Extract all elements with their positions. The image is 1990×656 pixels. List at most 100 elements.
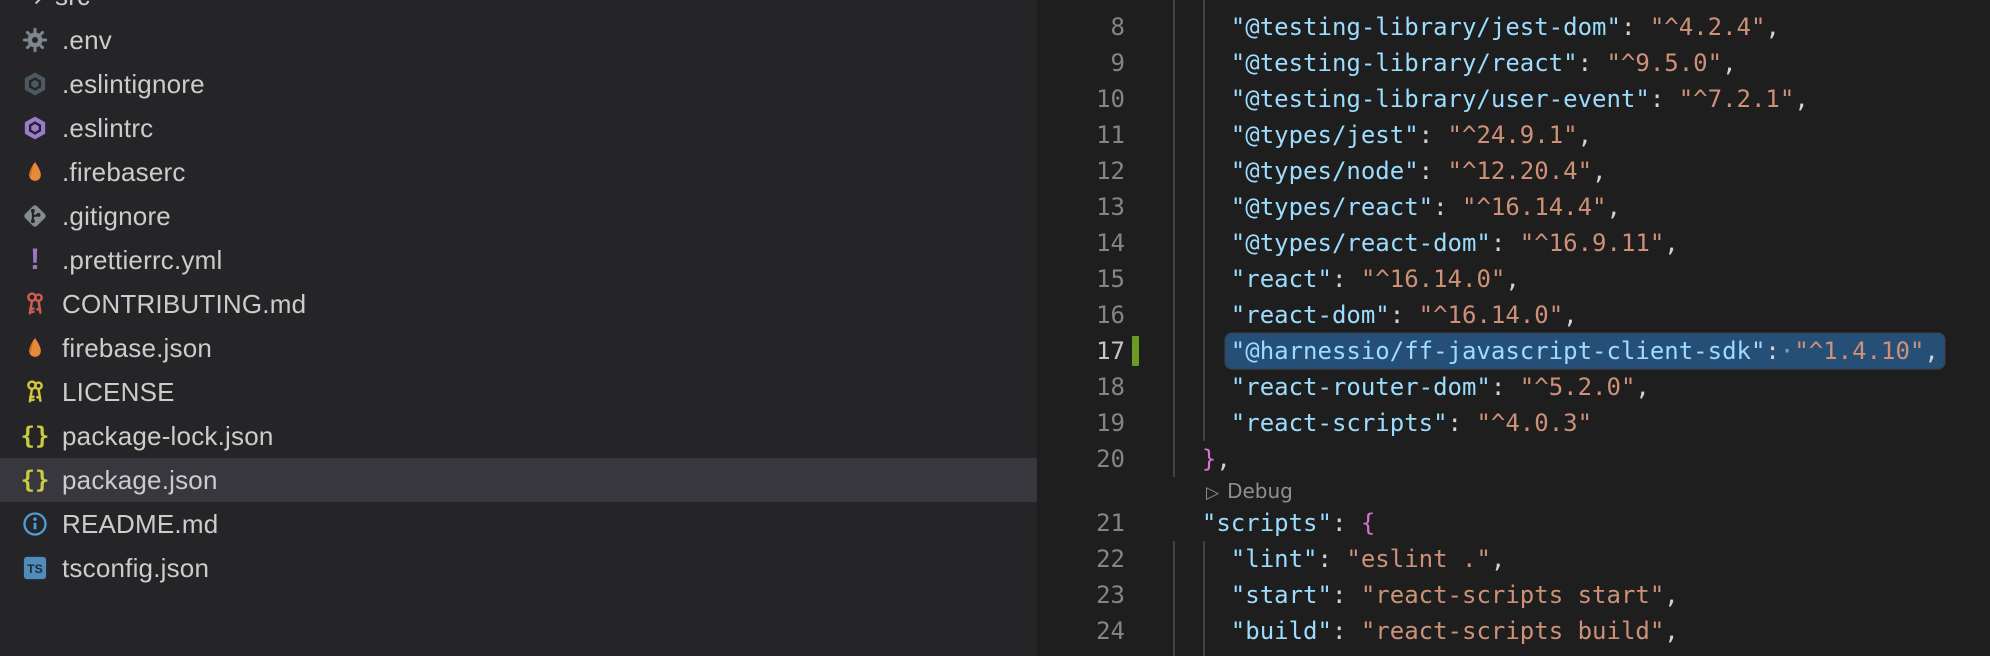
code-text[interactable]: "@testing-library/user-event": "^7.2.1",	[1173, 81, 1809, 117]
sidebar-item-contributing-md[interactable]: CONTRIBUTING.md	[0, 282, 1037, 326]
token-punc: :	[1332, 509, 1361, 537]
code-line-21: 21 "scripts": {	[1037, 505, 1990, 541]
code-text[interactable]: "lint": "eslint .",	[1173, 541, 1505, 577]
chevron-right-icon	[28, 0, 50, 7]
code-line-17: 17 "@harnessio/ff-javascript-client-sdk"…	[1037, 333, 1990, 369]
code-line-9: 9 "@testing-library/react": "^9.5.0",	[1037, 45, 1990, 81]
file-tree: src .env .eslintignore .eslintrc .firebaserc…	[0, 0, 1037, 590]
file-label: .eslintrc	[62, 113, 153, 144]
token-key: "@types/jest"	[1231, 121, 1419, 149]
token-punc: :	[1578, 49, 1607, 77]
code-text[interactable]: "@testing-library/react": "^9.5.0",	[1173, 45, 1737, 81]
token-key: "start"	[1231, 581, 1332, 609]
firebase-icon	[21, 334, 49, 362]
code-line-22: 22 "lint": "eslint .",	[1037, 541, 1990, 577]
file-label: LICENSE	[62, 377, 175, 408]
line-number[interactable]: 16	[1037, 297, 1125, 333]
sidebar-item-eslintrc[interactable]: .eslintrc	[0, 106, 1037, 150]
file-label: .gitignore	[62, 201, 171, 232]
line-number[interactable]: 22	[1037, 541, 1125, 577]
line-number[interactable]: 15	[1037, 261, 1125, 297]
code-text[interactable]: "@testing-library/jest-dom": "^4.2.4",	[1173, 9, 1780, 45]
line-number[interactable]: 24	[1037, 613, 1125, 649]
codelens-debug[interactable]: ▷ Debug	[1206, 477, 1293, 505]
eslint-icon	[21, 70, 49, 98]
token-key: "@testing-library/react"	[1231, 49, 1578, 77]
play-outline-icon: ▷	[1206, 483, 1219, 503]
code-text[interactable]: "react-dom": "^16.14.0",	[1173, 297, 1578, 333]
git-added-gutter-bar[interactable]	[1132, 336, 1139, 366]
token-punc: ,	[1607, 193, 1621, 221]
file-label: CONTRIBUTING.md	[62, 289, 306, 320]
token-key: "@harnessio/ff-javascript-client-sdk"	[1231, 337, 1766, 365]
code-text[interactable]: "scripts": {	[1173, 505, 1375, 541]
line-number[interactable]: 14	[1037, 225, 1125, 261]
codelens-label: Debug	[1227, 479, 1293, 503]
line-number[interactable]: 11	[1037, 117, 1125, 153]
sidebar-item-firebaserc[interactable]: .firebaserc	[0, 150, 1037, 194]
code-line-18: 18 "react-router-dom": "^5.2.0",	[1037, 369, 1990, 405]
line-number[interactable]: 17	[1037, 333, 1125, 369]
token-punc: ,	[1765, 13, 1779, 41]
line-number[interactable]: 10	[1037, 81, 1125, 117]
token-punc: ,	[1794, 85, 1808, 113]
code-line-20: 20 },	[1037, 441, 1990, 477]
token-punc: :	[1448, 409, 1477, 437]
code-text[interactable]: "@types/react": "^16.14.4",	[1173, 189, 1621, 225]
code-text[interactable]: "@types/node": "^12.20.4",	[1173, 153, 1607, 189]
code-text[interactable]: "react": "^16.14.0",	[1173, 261, 1520, 297]
token-key: "build"	[1231, 617, 1332, 645]
line-number[interactable]: 23	[1037, 577, 1125, 613]
line-number[interactable]: 21	[1037, 505, 1125, 541]
sidebar-item-eslintignore[interactable]: .eslintignore	[0, 62, 1037, 106]
line-number[interactable]: 8	[1037, 9, 1125, 45]
token-punc: ,	[1491, 545, 1505, 573]
line-number[interactable]: 19	[1037, 405, 1125, 441]
token-brace: }	[1202, 445, 1216, 473]
token-str: "^12.20.4"	[1448, 157, 1593, 185]
code-text[interactable]: "build": "react-scripts build",	[1173, 613, 1679, 649]
sidebar-item-prettierrc-yml[interactable]: !.prettierrc.yml	[0, 238, 1037, 282]
code-text[interactable]: },	[1173, 441, 1231, 477]
firebase-icon	[21, 158, 49, 186]
sidebar-item-gitignore[interactable]: .gitignore	[0, 194, 1037, 238]
line-number[interactable]: 18	[1037, 369, 1125, 405]
token-str: "^16.14.0"	[1361, 265, 1506, 293]
token-punc: :	[1419, 157, 1448, 185]
code-line-19: 19 "react-scripts": "^4.0.3"	[1037, 405, 1990, 441]
code-text[interactable]: "@harnessio/ff-javascript-client-sdk":·"…	[1173, 333, 1939, 369]
token-punc: ,	[1216, 445, 1230, 473]
token-punc: ,	[1664, 229, 1678, 257]
token-punc: :	[1650, 85, 1679, 113]
file-label: .env	[62, 25, 112, 56]
token-str: "^5.2.0"	[1520, 373, 1636, 401]
sidebar-item-tsconfig-json[interactable]: TStsconfig.json	[0, 546, 1037, 590]
code-text[interactable]: "@types/react-dom": "^16.9.11",	[1173, 225, 1679, 261]
keys-icon	[21, 378, 49, 406]
code-text[interactable]: "@types/jest": "^24.9.1",	[1173, 117, 1592, 153]
sidebar-item-firebase-json[interactable]: firebase.json	[0, 326, 1037, 370]
ts-icon: TS	[21, 554, 49, 582]
code-text[interactable]: "react-scripts": "^4.0.3"	[1173, 405, 1592, 441]
file-label: README.md	[62, 509, 218, 540]
line-number[interactable]: 9	[1037, 45, 1125, 81]
code-line-11: 11 "@types/jest": "^24.9.1",	[1037, 117, 1990, 153]
token-key: "scripts"	[1202, 509, 1332, 537]
sidebar-item-license[interactable]: LICENSE	[0, 370, 1037, 414]
line-number[interactable]: 20	[1037, 441, 1125, 477]
line-number[interactable]: 12	[1037, 153, 1125, 189]
token-str: "^9.5.0"	[1606, 49, 1722, 77]
token-str: "^1.4.10"	[1794, 337, 1924, 365]
token-punc: ,	[1664, 617, 1678, 645]
token-key: "@types/node"	[1231, 157, 1419, 185]
code-line-16: 16 "react-dom": "^16.14.0",	[1037, 297, 1990, 333]
sidebar-item-src[interactable]: src	[0, 0, 1037, 18]
line-number[interactable]: 13	[1037, 189, 1125, 225]
sidebar-item-env[interactable]: .env	[0, 18, 1037, 62]
code-text[interactable]: "react-router-dom": "^5.2.0",	[1173, 369, 1650, 405]
token-key: "@testing-library/user-event"	[1231, 85, 1650, 113]
sidebar-item-readme-md[interactable]: README.md	[0, 502, 1037, 546]
sidebar-item-package-lock-json[interactable]: {}package-lock.json	[0, 414, 1037, 458]
sidebar-item-package-json[interactable]: {}package.json	[0, 458, 1037, 502]
code-text[interactable]: "start": "react-scripts start",	[1173, 577, 1679, 613]
